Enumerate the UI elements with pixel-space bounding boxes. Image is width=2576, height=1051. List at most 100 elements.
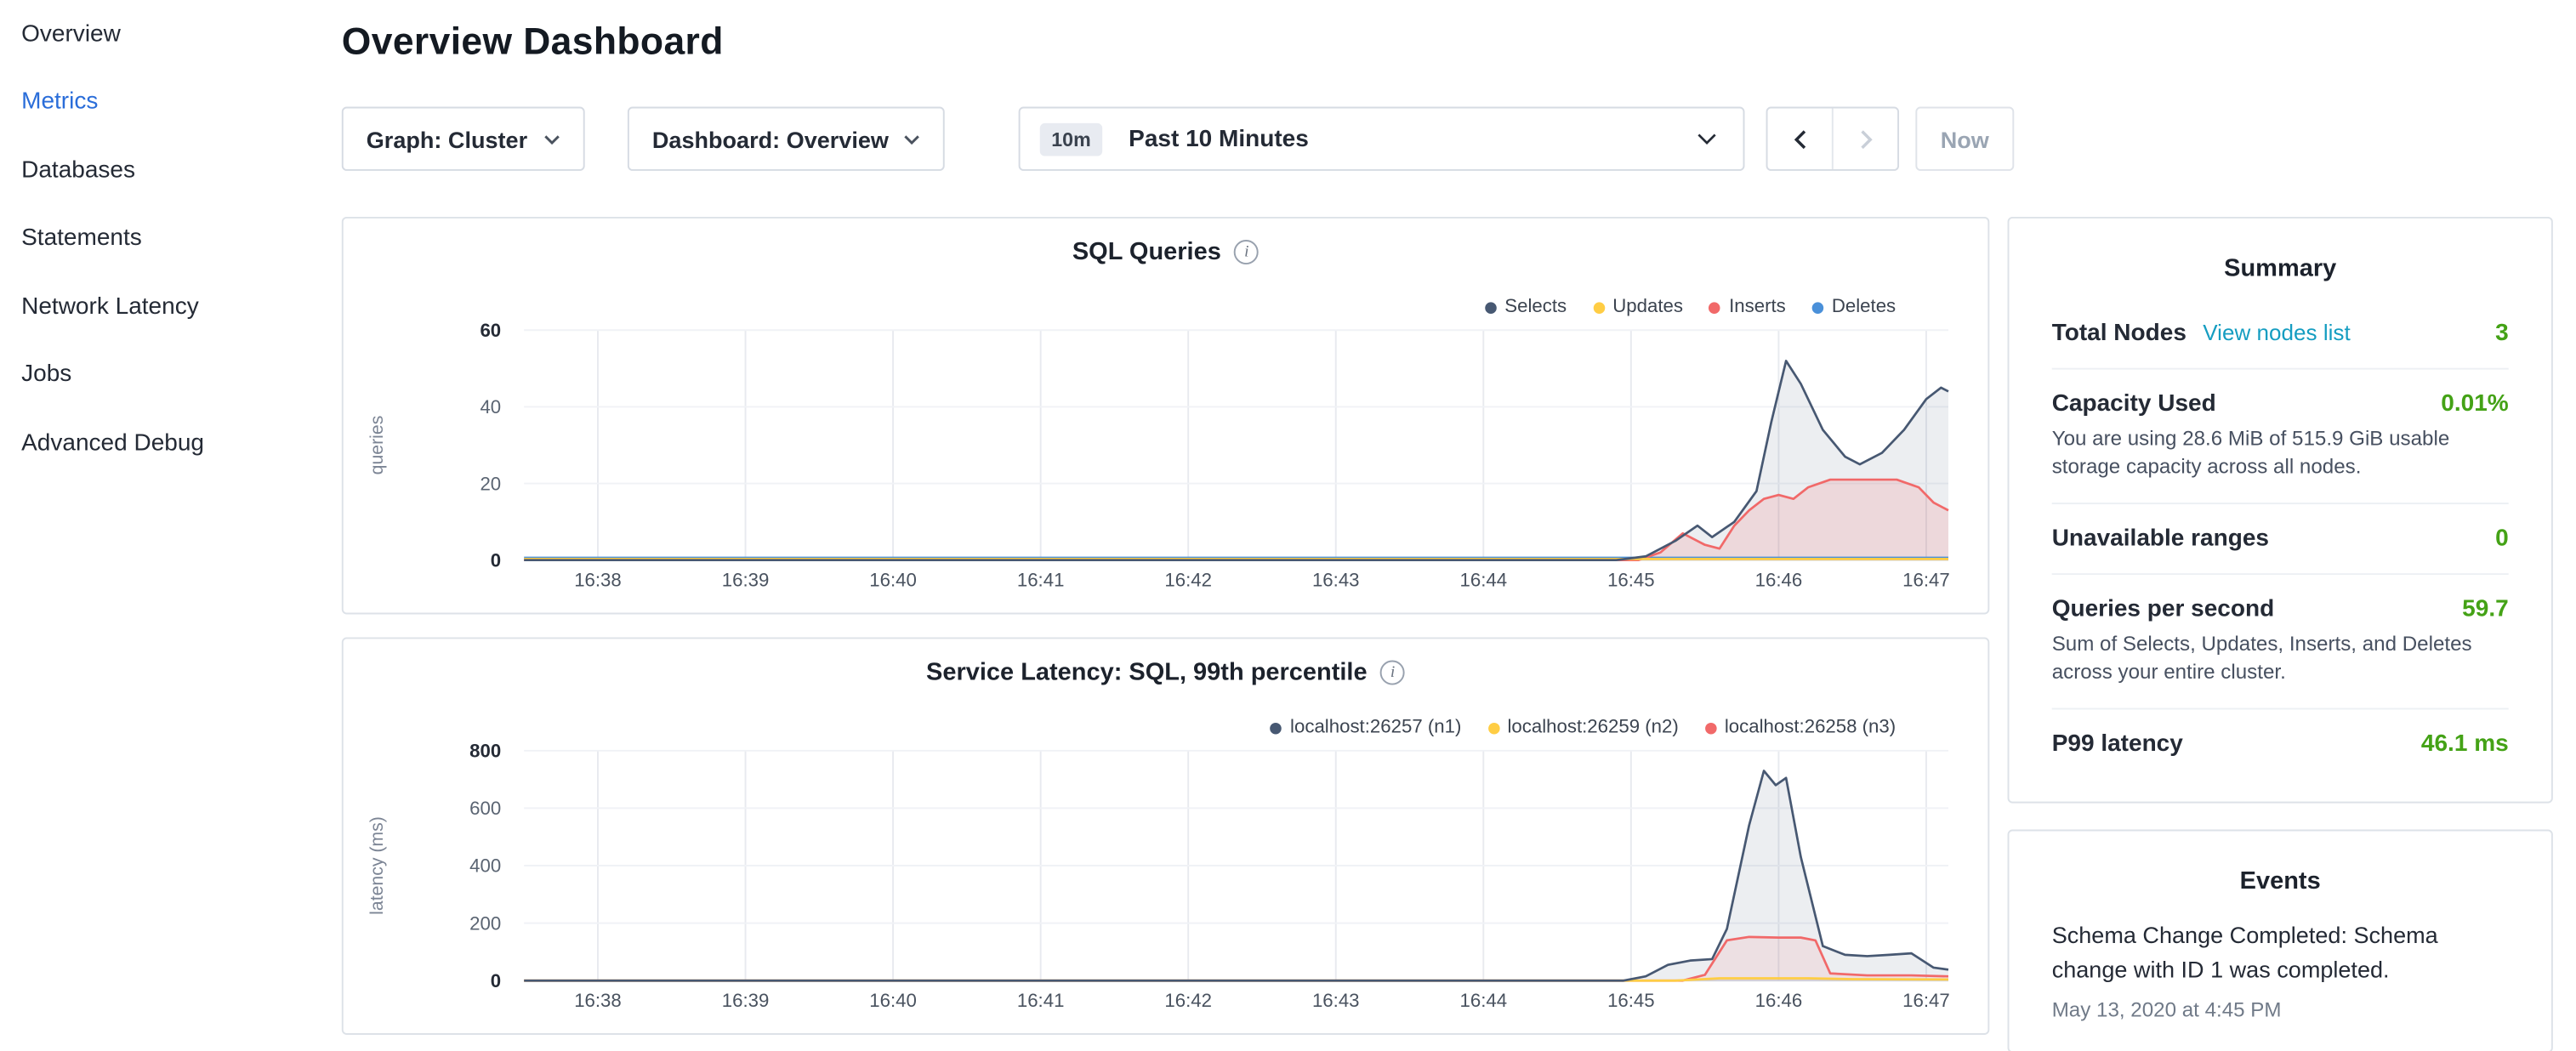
x-axis-tick: 16:45 bbox=[1607, 990, 1655, 1011]
x-axis-tick: 16:39 bbox=[722, 570, 770, 591]
sidebar-item-statements[interactable]: Statements bbox=[0, 204, 322, 272]
summary-row-p99-latency: P99 latency 46.1 ms bbox=[2052, 707, 2509, 778]
x-axis-tick: 16:38 bbox=[574, 570, 622, 591]
legend-dot-icon bbox=[1271, 722, 1282, 734]
now-button[interactable]: Now bbox=[1915, 107, 2014, 171]
event-entry[interactable]: Schema Change Completed: Schema change w… bbox=[2052, 918, 2509, 987]
legend-item[interactable]: Deletes bbox=[1812, 298, 1896, 317]
legend-dot-icon bbox=[1485, 301, 1497, 313]
legend-item[interactable]: localhost:26259 (n2) bbox=[1487, 718, 1678, 737]
summary-description: You are using 28.6 MiB of 515.9 GiB usab… bbox=[2052, 425, 2509, 480]
sidebar-item-label: Jobs bbox=[21, 361, 71, 388]
view-nodes-list-link[interactable]: View nodes list bbox=[2203, 321, 2350, 345]
legend-dot-icon bbox=[1709, 301, 1721, 313]
chart-title: SQL Queries bbox=[1072, 238, 1221, 266]
time-range-label: Past 10 Minutes bbox=[1129, 126, 1309, 152]
sidebar-item-databases[interactable]: Databases bbox=[0, 136, 322, 204]
legend-label: localhost:26258 (n3) bbox=[1725, 718, 1896, 737]
chart-title: Service Latency: SQL, 99th percentile bbox=[926, 659, 1368, 687]
page-title: Overview Dashboard bbox=[342, 20, 724, 64]
x-axis-tick: 16:38 bbox=[574, 990, 622, 1011]
events-title: Events bbox=[2052, 867, 2509, 895]
chart-header: SQL Queries i bbox=[344, 238, 1988, 266]
x-axis-tick: 16:43 bbox=[1312, 570, 1360, 591]
legend-dot-icon bbox=[1487, 722, 1499, 734]
summary-row-capacity-used: Capacity Used 0.01% You are using 28.6 M… bbox=[2052, 368, 2509, 503]
summary-value: 3 bbox=[2495, 321, 2509, 347]
x-axis-tick: 16:47 bbox=[1902, 570, 1950, 591]
legend-label: Updates bbox=[1612, 298, 1683, 317]
chevron-right-icon bbox=[1859, 129, 1872, 149]
summary-value: 46.1 ms bbox=[2421, 730, 2509, 757]
legend-label: Selects bbox=[1504, 298, 1567, 317]
legend-item[interactable]: Inserts bbox=[1709, 298, 1786, 317]
chart-plot-area[interactable]: 020406016:3816:3916:4016:4116:4216:4316:… bbox=[344, 219, 1991, 606]
time-forward-button[interactable] bbox=[1832, 108, 1897, 168]
time-back-button[interactable] bbox=[1768, 108, 1832, 168]
chevron-left-icon bbox=[1793, 129, 1805, 149]
x-axis-tick: 16:40 bbox=[869, 990, 917, 1011]
summary-label: Capacity Used bbox=[2052, 391, 2216, 418]
y-axis-label: latency (ms) bbox=[367, 816, 387, 915]
summary-value: 0 bbox=[2495, 526, 2509, 552]
sidebar-item-network-latency[interactable]: Network Latency bbox=[0, 273, 322, 341]
time-range-dropdown[interactable]: 10m Past 10 Minutes bbox=[1019, 107, 1745, 171]
y-axis-tick: 400 bbox=[469, 855, 501, 877]
x-axis-tick: 16:46 bbox=[1755, 570, 1803, 591]
summary-label: Unavailable ranges bbox=[2052, 526, 2269, 552]
sidebar-item-label: Statements bbox=[21, 225, 142, 252]
legend-item[interactable]: Updates bbox=[1593, 298, 1683, 317]
x-axis-tick: 16:44 bbox=[1460, 990, 1508, 1011]
y-axis-tick: 40 bbox=[480, 396, 501, 418]
sidebar: Overview Metrics Databases Statements Ne… bbox=[0, 0, 322, 1051]
y-axis-label: queries bbox=[367, 416, 387, 475]
chevron-down-icon bbox=[543, 134, 560, 144]
app-root: Overview Metrics Databases Statements Ne… bbox=[0, 0, 2576, 1051]
x-axis-tick: 16:44 bbox=[1460, 570, 1508, 591]
legend-item[interactable]: localhost:26258 (n3) bbox=[1705, 718, 1896, 737]
y-axis-tick: 0 bbox=[491, 549, 501, 571]
x-axis-tick: 16:45 bbox=[1607, 570, 1655, 591]
legend-label: localhost:26257 (n1) bbox=[1290, 718, 1461, 737]
legend-dot-icon bbox=[1705, 722, 1717, 734]
y-axis-tick: 20 bbox=[480, 473, 501, 494]
legend-dot-icon bbox=[1593, 301, 1605, 313]
y-axis-tick: 600 bbox=[469, 798, 501, 819]
summary-label: Queries per second bbox=[2052, 596, 2275, 622]
y-axis-tick: 200 bbox=[469, 912, 501, 934]
chevron-down-icon bbox=[1697, 133, 1716, 145]
info-icon[interactable]: i bbox=[1380, 661, 1405, 685]
x-axis-tick: 16:42 bbox=[1164, 990, 1212, 1011]
info-icon[interactable]: i bbox=[1234, 240, 1259, 264]
sidebar-item-advanced-debug[interactable]: Advanced Debug bbox=[0, 409, 322, 477]
x-axis-tick: 16:46 bbox=[1755, 990, 1803, 1011]
legend-item[interactable]: localhost:26257 (n1) bbox=[1271, 718, 1461, 737]
sidebar-item-overview[interactable]: Overview bbox=[0, 0, 322, 68]
sidebar-item-label: Databases bbox=[21, 157, 135, 184]
sidebar-item-metrics[interactable]: Metrics bbox=[0, 68, 322, 136]
sidebar-item-label: Overview bbox=[21, 21, 121, 48]
summary-value: 59.7 bbox=[2462, 596, 2509, 622]
summary-label: Total Nodes bbox=[2052, 321, 2186, 347]
summary-description: Sum of Selects, Updates, Inserts, and De… bbox=[2052, 630, 2509, 685]
legend-label: localhost:26259 (n2) bbox=[1507, 718, 1678, 737]
legend-dot-icon bbox=[1812, 301, 1824, 313]
toolbar: Graph: Cluster Dashboard: Overview 10m P… bbox=[342, 107, 2014, 173]
sidebar-item-jobs[interactable]: Jobs bbox=[0, 341, 322, 409]
x-axis-tick: 16:41 bbox=[1017, 990, 1065, 1011]
sidebar-item-label: Metrics bbox=[21, 89, 98, 116]
dashboard-selector-dropdown[interactable]: Dashboard: Overview bbox=[628, 107, 945, 171]
legend-label: Deletes bbox=[1832, 298, 1896, 317]
x-axis-tick: 16:41 bbox=[1017, 570, 1065, 591]
legend-label: Inserts bbox=[1729, 298, 1786, 317]
chart-plot-area[interactable]: 020040060080016:3816:3916:4016:4116:4216… bbox=[344, 639, 1991, 1026]
event-timestamp: May 13, 2020 at 4:45 PM bbox=[2052, 998, 2509, 1021]
events-panel: Events Schema Change Completed: Schema c… bbox=[2008, 830, 2553, 1051]
x-axis-tick: 16:47 bbox=[1902, 990, 1950, 1011]
sidebar-item-label: Advanced Debug bbox=[21, 430, 204, 457]
legend-item[interactable]: Selects bbox=[1485, 298, 1567, 317]
chart-legend: Selects Updates Inserts Deletes bbox=[1485, 298, 1896, 317]
y-axis-tick: 800 bbox=[469, 741, 501, 762]
graph-selector-dropdown[interactable]: Graph: Cluster bbox=[342, 107, 585, 171]
y-axis-tick: 0 bbox=[491, 970, 501, 991]
